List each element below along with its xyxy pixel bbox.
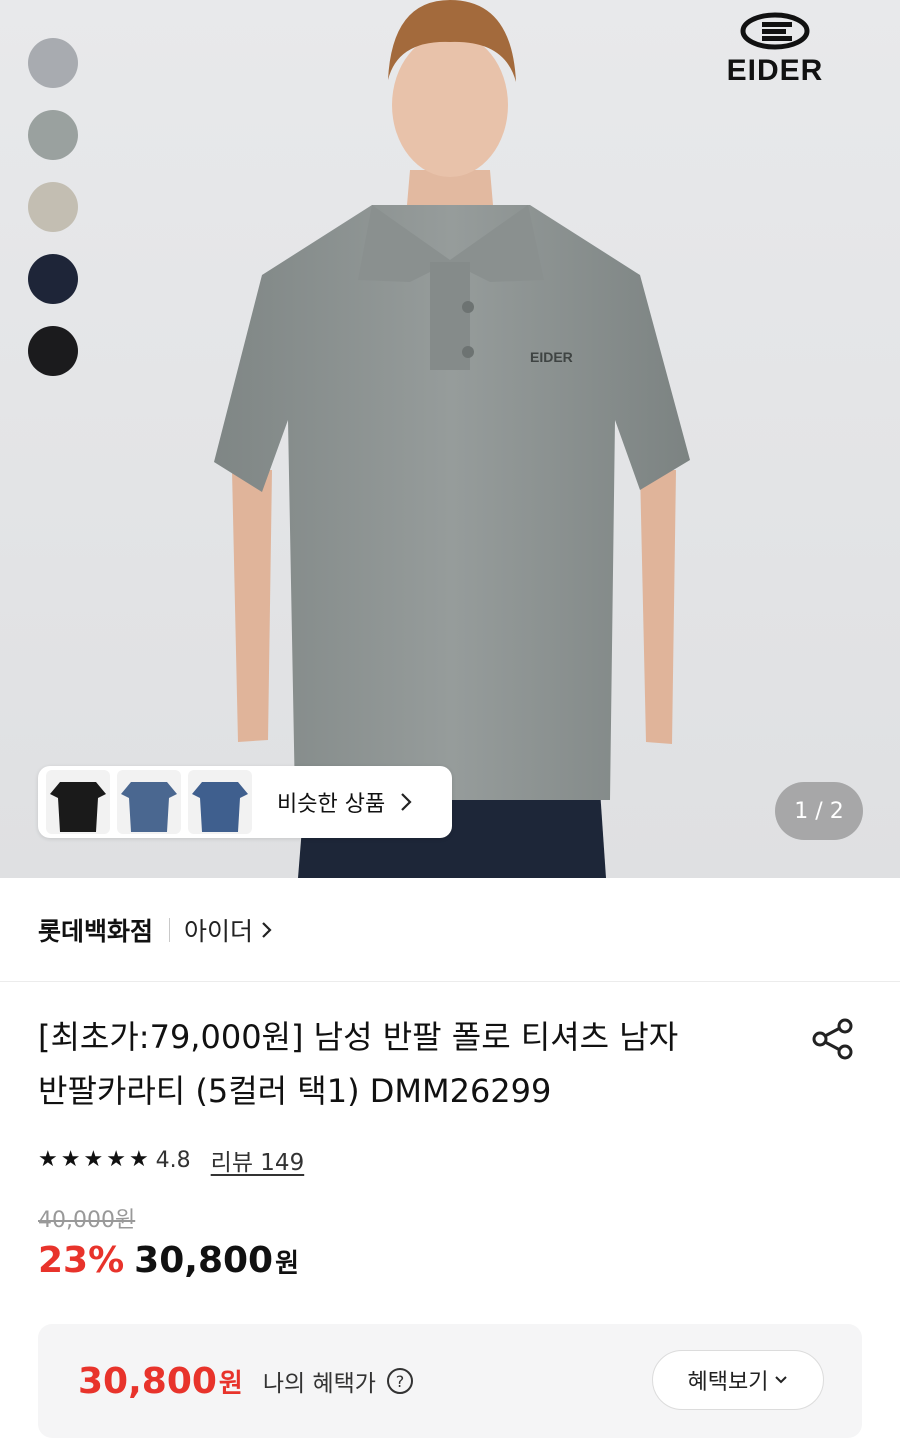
star-icon: ★ <box>38 1147 58 1172</box>
store-name[interactable]: 롯데백화점 <box>38 912 153 948</box>
question-icon[interactable]: ? <box>386 1367 414 1395</box>
sale-price: 30,800 <box>134 1240 274 1281</box>
chevron-right-icon <box>401 793 412 811</box>
image-pager: 1 / 2 <box>775 782 863 840</box>
svg-text:?: ? <box>396 1372 405 1391</box>
similar-thumb-1 <box>46 770 110 834</box>
discount-rate: 23% <box>38 1240 125 1281</box>
star-icon: ★ <box>60 1147 81 1172</box>
chevron-down-icon <box>775 1376 788 1384</box>
benefit-label: 나의 혜택가 <box>262 1371 376 1397</box>
sale-price-row: 23% 30,800 원 <box>38 1240 299 1296</box>
review-link[interactable]: 리뷰 149 <box>211 1143 305 1177</box>
brand-link[interactable]: 아이더 <box>184 912 273 948</box>
store-row: 롯데백화점 아이더 <box>0 878 900 982</box>
sale-price-unit: 원 <box>275 1249 300 1279</box>
color-swatch-gray[interactable] <box>28 110 78 160</box>
brand-link-label: 아이더 <box>184 916 254 946</box>
product-image-carousel[interactable]: EIDER EIDER 비슷한 상품 1 / 2 <box>0 0 900 878</box>
original-price: 40,000원 <box>38 1208 136 1233</box>
similar-products-button[interactable]: 비슷한 상품 <box>38 766 452 838</box>
benefit-price: 30,800 <box>78 1360 217 1402</box>
eider-logo-icon <box>740 12 810 50</box>
chevron-right-icon <box>262 921 272 938</box>
product-title-line2: 반팔카라티 (5컬러 택1) DMM26299 <box>38 1072 552 1110</box>
svg-text:EIDER: EIDER <box>530 349 573 365</box>
product-title: [최초가:79,000원] 남성 반팔 폴로 티셔츠 남자 반팔카라티 (5컬러… <box>38 1010 778 1118</box>
star-rating: ★ ★ ★ ★ ★ <box>38 1149 152 1171</box>
similar-products-label: 비슷한 상품 <box>277 792 386 817</box>
color-swatch-beige[interactable] <box>28 182 78 232</box>
brand-logo-text: EIDER <box>726 54 824 87</box>
star-icon: ★ <box>128 1147 149 1172</box>
color-swatches <box>28 38 78 398</box>
benefit-price-unit: 원 <box>218 1368 243 1399</box>
color-swatch-navy[interactable] <box>28 254 78 304</box>
benefit-price-box: 30,800 원 나의 혜택가 ? 혜택보기 <box>38 1324 862 1438</box>
view-benefits-label: 혜택보기 <box>687 1370 769 1395</box>
color-swatch-black[interactable] <box>28 326 78 376</box>
product-title-line1: [최초가:79,000원] 남성 반팔 폴로 티셔츠 남자 <box>38 1018 679 1056</box>
view-benefits-button[interactable]: 혜택보기 <box>652 1350 824 1410</box>
star-icon: ★ <box>83 1147 104 1172</box>
rating-row: ★ ★ ★ ★ ★ 4.8 리뷰 149 <box>38 1140 304 1180</box>
brand-logo: EIDER <box>698 12 852 88</box>
color-swatch-light-gray[interactable] <box>28 38 78 88</box>
share-icon[interactable] <box>810 1016 856 1062</box>
similar-thumb-2 <box>117 770 181 834</box>
similar-thumb-3 <box>188 770 252 834</box>
product-photo: EIDER <box>0 0 900 878</box>
star-icon: ★ <box>106 1147 126 1172</box>
rating-value: 4.8 <box>155 1147 191 1173</box>
store-divider <box>169 917 171 942</box>
